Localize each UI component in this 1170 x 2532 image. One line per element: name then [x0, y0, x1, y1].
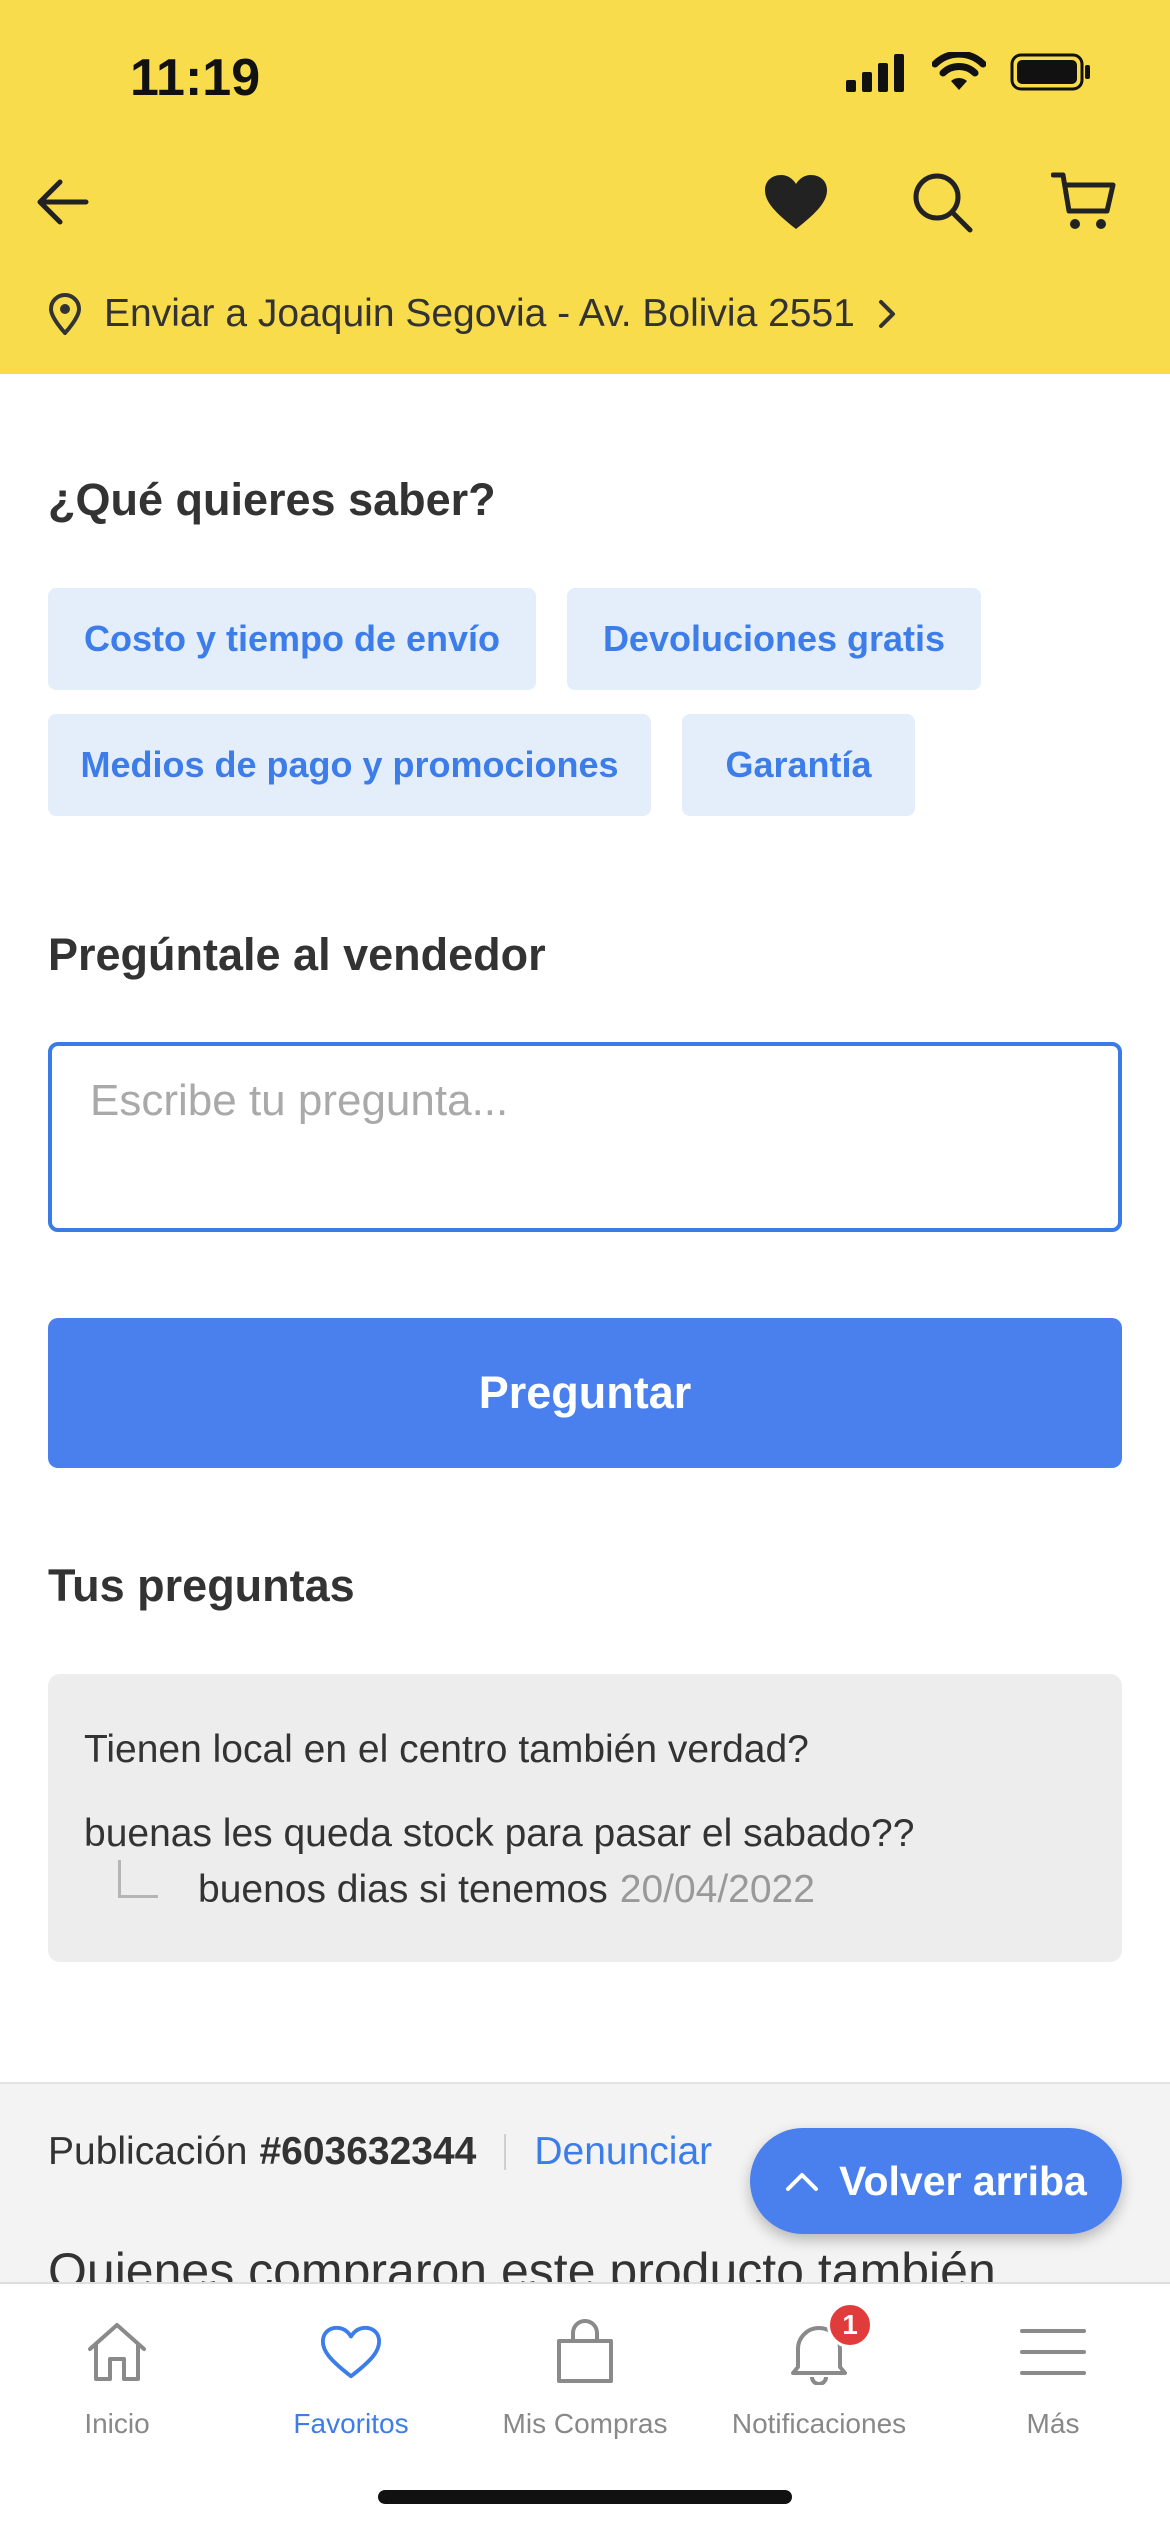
- tab-inicio[interactable]: Inicio: [0, 2312, 234, 2440]
- publication-row: Publicación #603632344 Denunciar: [48, 2130, 712, 2174]
- chevron-right-icon: [878, 300, 895, 328]
- publication-number: #603632344: [259, 2130, 477, 2173]
- your-questions-title: Tus preguntas: [48, 1560, 355, 1611]
- shipping-address-link[interactable]: Enviar a Joaquin Segovia - Av. Bolivia 2…: [48, 292, 897, 336]
- tab-mas[interactable]: Más: [936, 2312, 1170, 2440]
- cart-button[interactable]: [1048, 166, 1120, 238]
- chip-shipping[interactable]: Costo y tiempo de envío: [48, 588, 536, 690]
- wifi-icon: [932, 52, 986, 90]
- tab-label: Notificaciones: [731, 2408, 907, 2439]
- menu-icon: [1013, 2312, 1093, 2392]
- home-icon: [77, 2312, 157, 2392]
- tab-label: Mis Compras: [502, 2408, 668, 2439]
- heart-icon: [311, 2312, 391, 2392]
- back-button[interactable]: [30, 170, 94, 234]
- back-to-top-button[interactable]: Volver arriba: [750, 2128, 1122, 2234]
- questions-list: Tienen local en el centro también verdad…: [48, 1674, 1122, 1962]
- heart-filled-icon: [765, 175, 827, 229]
- location-pin-icon: [48, 293, 82, 335]
- tab-label: Inicio: [84, 2408, 150, 2439]
- tab-label: Más: [1026, 2408, 1080, 2439]
- tab-mis-compras[interactable]: Mis Compras: [468, 2312, 702, 2440]
- ask-seller-title: Pregúntale al vendedor: [48, 929, 546, 980]
- bag-icon: [545, 2312, 625, 2392]
- chip-warranty[interactable]: Garantía: [682, 714, 915, 816]
- favorite-button[interactable]: [760, 166, 832, 238]
- battery-icon: [1010, 53, 1090, 91]
- question-item: buenas les queda stock para pasar el sab…: [84, 1812, 915, 1855]
- app-header: 11:19 Enviar a Joaquin Segovia - Av. Bol…: [0, 0, 1170, 374]
- ask-button[interactable]: Preguntar: [48, 1318, 1122, 1468]
- publication-label: Publicación: [48, 2130, 248, 2173]
- question-input[interactable]: [48, 1042, 1122, 1232]
- cart-icon: [1051, 172, 1116, 229]
- chevron-up-icon: [786, 2173, 819, 2191]
- bell-icon: 1: [779, 2302, 873, 2392]
- report-link[interactable]: Denunciar: [534, 2130, 712, 2174]
- divider: [504, 2134, 507, 2170]
- answer-connector: [118, 1860, 158, 1898]
- question-item: Tienen local en el centro también verdad…: [84, 1728, 809, 1771]
- back-to-top-label: Volver arriba: [839, 2157, 1087, 2204]
- answer-date: 20/04/2022: [619, 1868, 815, 1911]
- bottom-tab-bar: Inicio Favoritos Mis Compras 1 Notificac…: [0, 2282, 1170, 2532]
- status-icons: [846, 52, 1092, 92]
- chip-payment-methods[interactable]: Medios de pago y promociones: [48, 714, 651, 816]
- notification-badge: 1: [827, 2302, 873, 2348]
- home-indicator: [378, 2490, 792, 2504]
- answer-text: buenos dias si tenemos: [198, 1868, 608, 1911]
- chip-free-returns[interactable]: Devoluciones gratis: [567, 588, 981, 690]
- status-time: 11:19: [130, 49, 261, 107]
- tab-favoritos[interactable]: Favoritos: [234, 2312, 468, 2440]
- answer-row: buenos dias si tenemos 20/04/2022: [118, 1860, 815, 1912]
- shipping-address-text: Enviar a Joaquin Segovia - Av. Bolivia 2…: [104, 292, 855, 335]
- search-icon: [913, 173, 973, 233]
- tab-label: Favoritos: [293, 2408, 409, 2439]
- arrow-left-icon: [37, 179, 89, 225]
- tab-notificaciones[interactable]: 1 Notificaciones: [702, 2302, 936, 2440]
- nav-row: [0, 160, 1170, 240]
- search-button[interactable]: [906, 166, 978, 238]
- signal-icon: [846, 54, 904, 92]
- faq-title: ¿Qué quieres saber?: [48, 474, 496, 525]
